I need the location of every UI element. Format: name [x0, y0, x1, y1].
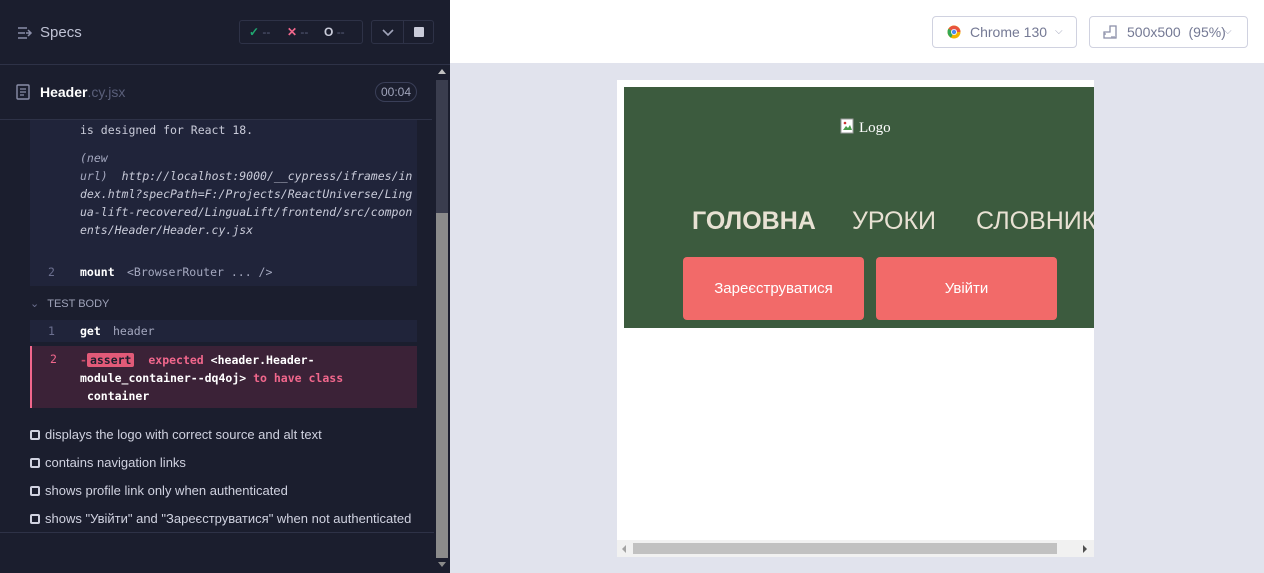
app-header: Logo ГОЛОВНА УРОКИ СЛОВНИК Зареєструвати…: [624, 87, 1094, 328]
register-button[interactable]: Зареєструватися: [683, 257, 864, 320]
url-value: http://localhost:9000/__cypress/iframes/…: [80, 169, 413, 237]
chevron-down-icon: ⌵: [1055, 26, 1063, 37]
aut-toolbar: Chrome 130 ⌵ 500x500 (95%) ⌵: [450, 0, 1264, 64]
test-item[interactable]: shows profile link only when authenticat…: [30, 483, 288, 498]
logo-image[interactable]: Logo: [840, 118, 891, 137]
chevron-down-icon: ⌵: [1224, 26, 1232, 37]
app-iframe: Logo ГОЛОВНА УРОКИ СЛОВНИК Зареєструвати…: [617, 80, 1094, 557]
login-button[interactable]: Увійти: [876, 257, 1057, 320]
scroll-left-arrow-icon: [622, 545, 626, 553]
reporter-topbar: Specs ✓ -- ✕ -- O --: [0, 0, 450, 65]
scrollbar-thumb: [436, 213, 448, 558]
failed-count: ✕ --: [287, 25, 309, 39]
viewport-selector[interactable]: 500x500 (95%) ⌵: [1089, 16, 1248, 48]
scrollbar-thumb: [633, 543, 1057, 554]
scroll-up-arrow-icon: [438, 69, 446, 74]
passed-count: ✓ --: [249, 25, 271, 39]
stop-icon[interactable]: [414, 27, 424, 37]
chrome-icon: [947, 25, 961, 39]
test-item[interactable]: displays the logo with correct source an…: [30, 427, 322, 442]
mount-note: is designed for React 18.: [80, 123, 254, 137]
scroll-down-arrow-icon: [438, 562, 446, 567]
chevron-down-icon[interactable]: [382, 28, 394, 37]
pending-checkbox-icon: [30, 514, 40, 524]
specs-title[interactable]: Specs: [40, 24, 82, 41]
pending-checkbox-icon: [30, 458, 40, 468]
hamburger-arrow-icon[interactable]: [17, 27, 33, 39]
circle-icon: O: [324, 25, 334, 39]
pending-count: O --: [324, 25, 345, 39]
browser-selector[interactable]: Chrome 130 ⌵: [932, 16, 1077, 48]
spec-file-name: Header.cy.jsx: [40, 84, 126, 100]
test-body-header[interactable]: ⌄ TEST BODY: [30, 297, 109, 310]
command-row-assert-failed[interactable]: 2 - assert expected <header.Header-module…: [30, 346, 417, 408]
reporter-footer: [0, 532, 434, 573]
pending-checkbox-icon: [30, 430, 40, 440]
spec-header: Header.cy.jsx 00:04: [0, 65, 432, 120]
test-item[interactable]: contains navigation links: [30, 455, 186, 470]
check-icon: ✓: [249, 25, 260, 39]
reporter-scrollbar[interactable]: [434, 65, 450, 573]
scroll-right-arrow-icon: [1083, 545, 1087, 553]
x-icon: ✕: [287, 25, 298, 39]
ruler-icon: [1103, 25, 1117, 39]
assert-message: - assert expected <header.Header-module_c…: [80, 353, 344, 403]
duration-badge: 00:04: [375, 82, 417, 102]
nav-link-lessons[interactable]: УРОКИ: [852, 207, 936, 236]
nav-link-home[interactable]: ГОЛОВНА: [692, 207, 816, 236]
aut-panel: Chrome 130 ⌵ 500x500 (95%) ⌵ Logo ГОЛОВН…: [450, 0, 1264, 573]
nav-link-dictionary[interactable]: СЛОВНИК: [976, 207, 1094, 236]
test-item[interactable]: shows "Увійти" and "Зареєструватися" whe…: [30, 511, 411, 526]
mount-command-block[interactable]: is designed for React 18. (new url) http…: [30, 120, 417, 286]
chevron-down-icon: ⌄: [30, 298, 40, 310]
pending-checkbox-icon: [30, 486, 40, 496]
command-row-get[interactable]: 1 get header: [30, 320, 417, 342]
command-row-mount[interactable]: 2 mount <BrowserRouter ... />: [30, 264, 417, 284]
test-stats: ✓ -- ✕ -- O --: [239, 20, 363, 44]
assert-badge: assert: [86, 353, 135, 367]
reporter-panel: Specs ✓ -- ✕ -- O -- Header.cy.jsx 00:04…: [0, 0, 450, 573]
control-buttons: [371, 20, 434, 44]
url-log: (new url) http://localhost:9000/__cypres…: [80, 151, 413, 237]
broken-image-icon: [840, 118, 854, 134]
file-icon: [16, 84, 30, 100]
horizontal-scrollbar[interactable]: [617, 540, 1094, 557]
